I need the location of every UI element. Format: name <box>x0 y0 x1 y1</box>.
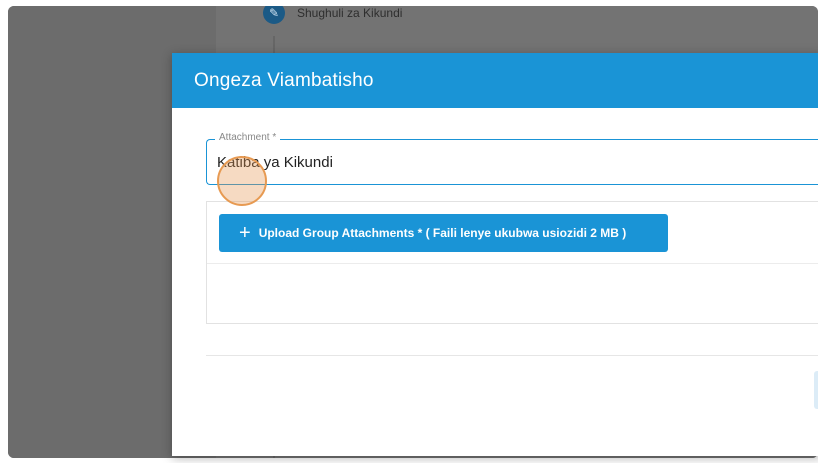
upload-group-attachments-button[interactable]: + Upload Group Attachments * ( Faili len… <box>219 214 668 252</box>
modal-title: Ongeza Viambatisho <box>194 69 374 91</box>
footer-button[interactable] <box>814 371 818 409</box>
footer-divider <box>206 355 818 356</box>
click-indicator <box>217 156 267 206</box>
upload-divider <box>207 263 818 264</box>
attachment-field-label: Attachment * <box>215 132 281 143</box>
upload-area: + Upload Group Attachments * ( Faili len… <box>206 201 818 324</box>
upload-button-label: Upload Group Attachments * ( Faili lenye… <box>258 226 627 240</box>
modal-header: Ongeza Viambatisho <box>172 53 818 108</box>
plus-icon: + <box>239 222 251 244</box>
stepper-step-label: Shughuli za Kikundi <box>297 6 403 20</box>
add-attachments-modal: Ongeza Viambatisho Attachment * Katiba y… <box>172 53 818 456</box>
attachment-field[interactable]: Attachment * Katiba ya Kikundi <box>206 132 818 185</box>
